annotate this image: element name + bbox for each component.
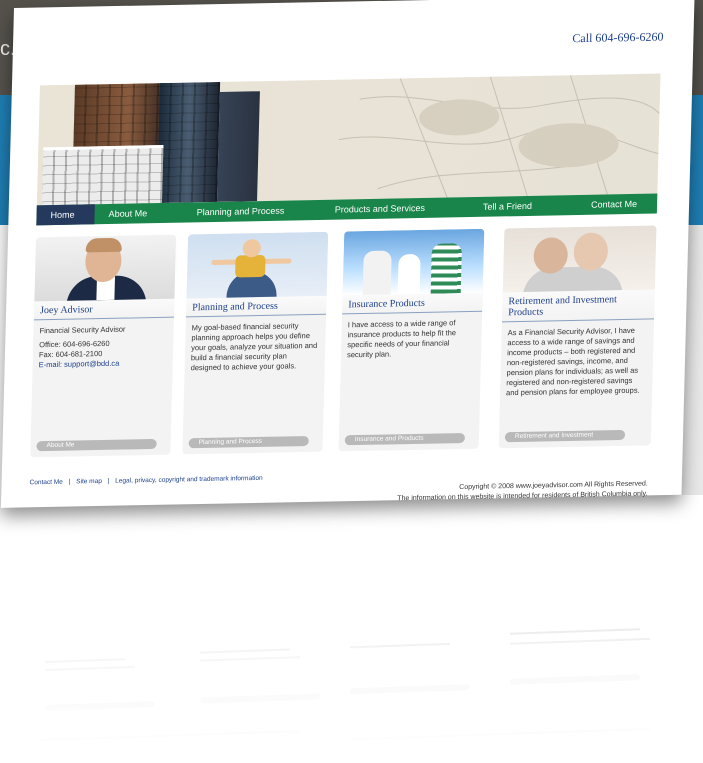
- retirement-investment-button[interactable]: Retirement and Investment: [504, 429, 626, 443]
- advisor-photo: [34, 234, 177, 302]
- nav-tell-a-friend[interactable]: Tell a Friend: [469, 195, 578, 217]
- nav-home[interactable]: Home: [36, 204, 95, 226]
- feature-cards: Joey Advisor Financial Security Advisor …: [30, 225, 657, 467]
- reflection-fade: [0, 520, 703, 763]
- card-joey-advisor: Joey Advisor Financial Security Advisor …: [30, 234, 177, 458]
- card-retirement: Retirement and Investment Products As a …: [498, 225, 657, 449]
- footer-link-sitemap[interactable]: Site map: [76, 478, 102, 485]
- card-title: Planning and Process: [185, 295, 327, 318]
- family-photo: [186, 231, 329, 299]
- website-mockup-page: Call 604-696-6260 Home About Me Planning…: [0, 0, 695, 508]
- tower-image: [156, 81, 221, 204]
- advisor-email[interactable]: E-mail: support@bdd.ca: [39, 358, 167, 370]
- footer-separator: |: [68, 478, 71, 486]
- planning-process-button[interactable]: Planning and Process: [188, 435, 309, 449]
- building-image: [41, 145, 164, 206]
- card-title: Retirement and Investment Products: [501, 289, 655, 323]
- tower-image: [216, 91, 260, 202]
- senior-couple-photo: [502, 225, 657, 293]
- footer-links: Contact Me | Site map | Legal, privacy, …: [29, 475, 266, 487]
- hero-banner: [36, 73, 661, 206]
- footer-separator: |: [107, 477, 110, 485]
- nav-planning-and-process[interactable]: Planning and Process: [182, 200, 321, 223]
- card-title: Joey Advisor: [33, 298, 175, 321]
- card-title: Insurance Products: [342, 292, 483, 315]
- beach-family-photo: [342, 228, 485, 296]
- card-body: My goal-based financial security plannin…: [190, 321, 318, 373]
- insurance-products-button[interactable]: Insurance and Products: [344, 432, 466, 446]
- world-map-graphic: [338, 75, 660, 198]
- advisor-role: Financial Security Advisor: [39, 324, 126, 336]
- footer-link-contact[interactable]: Contact Me: [29, 479, 62, 487]
- nav-products-and-services[interactable]: Products and Services: [321, 197, 470, 220]
- footer-link-legal[interactable]: Legal, privacy, copyright and trademark …: [115, 475, 263, 485]
- card-body: I have access to a wide range of insuran…: [346, 318, 457, 360]
- copyright-block: Copyright © 2008 www.joeyadvisor.com All…: [397, 479, 648, 504]
- nav-contact-me[interactable]: Contact Me: [577, 194, 652, 215]
- nav-about-me[interactable]: About Me: [94, 203, 183, 225]
- about-me-button[interactable]: About Me: [36, 438, 157, 452]
- card-planning: Planning and Process My goal-based finan…: [182, 231, 329, 455]
- card-insurance: Insurance Products I have access to a wi…: [338, 228, 485, 452]
- phone-number: Call 604-696-6260: [572, 29, 664, 46]
- card-body: As a Financial Security Advisor, I have …: [505, 325, 640, 398]
